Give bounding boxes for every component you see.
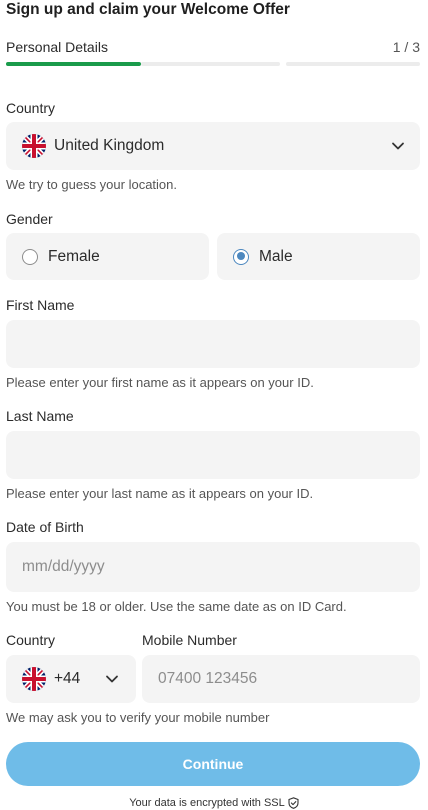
male-radio[interactable]	[233, 248, 249, 265]
continue-button[interactable]: Continue	[6, 742, 420, 786]
progress-segment-1	[6, 62, 141, 66]
step-label: Personal Details	[6, 39, 108, 55]
uk-flag-icon	[22, 134, 46, 158]
uk-flag-icon	[22, 667, 46, 691]
female-radio[interactable]	[22, 248, 38, 265]
last-name-label: Last Name	[6, 408, 74, 424]
dial-code-select[interactable]: +44	[6, 655, 136, 703]
dob-input[interactable]: mm/dd/yyyy	[6, 542, 420, 592]
female-label: Female	[48, 247, 100, 265]
gender-option-male[interactable]: Male	[217, 233, 420, 280]
gender-label: Gender	[6, 211, 53, 227]
phone-hint: We may ask you to verify your mobile num…	[6, 710, 270, 725]
mobile-number-input[interactable]: 07400 123456	[142, 655, 420, 703]
dob-hint: You must be 18 or older. Use the same da…	[6, 599, 347, 614]
mobile-number-placeholder: 07400 123456	[158, 670, 258, 687]
dial-code-value: +44	[54, 670, 81, 687]
last-name-input[interactable]	[6, 431, 420, 479]
country-value: United Kingdom	[54, 137, 165, 154]
first-name-label: First Name	[6, 297, 75, 313]
country-hint: We try to guess your location.	[6, 177, 178, 192]
chevron-down-icon	[106, 675, 118, 683]
shield-check-icon	[288, 797, 299, 809]
last-name-hint: Please enter your last name as it appear…	[6, 486, 314, 501]
ssl-note-text: Your data is encrypted with SSL	[129, 797, 285, 809]
page-title: Sign up and claim your Welcome Offer	[6, 1, 290, 18]
mobile-number-label: Mobile Number	[142, 632, 237, 648]
progress-segment-2	[141, 62, 280, 66]
male-label: Male	[259, 247, 293, 265]
country-label: Country	[6, 100, 56, 116]
step-count: 1 / 3	[392, 39, 420, 55]
ssl-note: Your data is encrypted with SSL	[0, 797, 428, 809]
first-name-input[interactable]	[6, 320, 420, 368]
chevron-down-icon	[392, 142, 404, 150]
country-select[interactable]: United Kingdom	[6, 122, 420, 170]
dob-label: Date of Birth	[6, 519, 84, 535]
first-name-hint: Please enter your first name as it appea…	[6, 375, 314, 390]
dob-placeholder: mm/dd/yyyy	[22, 558, 105, 575]
phone-country-label: Country	[6, 632, 56, 648]
gender-option-female[interactable]: Female	[6, 233, 209, 280]
progress-segment-3	[286, 62, 420, 66]
